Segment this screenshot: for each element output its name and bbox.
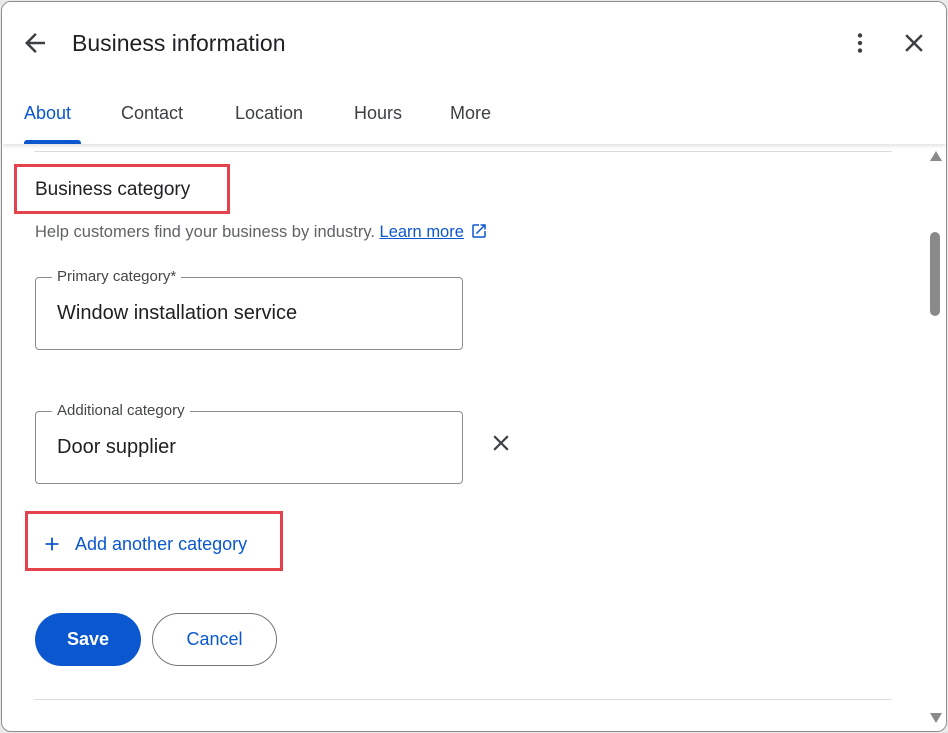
additional-category-value: Door supplier (57, 436, 176, 458)
cancel-button[interactable]: Cancel (152, 613, 277, 666)
tab-hours[interactable]: Hours (354, 90, 402, 144)
scrollbar-thumb[interactable] (930, 232, 940, 316)
remove-category-icon[interactable] (488, 430, 514, 456)
more-vertical-icon[interactable] (847, 28, 873, 58)
helper-text: Help customers find your business by ind… (35, 221, 488, 243)
helper-text-body: Help customers find your business by ind… (35, 223, 375, 241)
top-divider (34, 151, 892, 152)
tab-location[interactable]: Location (235, 90, 303, 144)
arrow-left-icon[interactable] (20, 28, 50, 58)
dialog-header: Business information About Contact Locat… (2, 2, 946, 144)
tab-bar: About Contact Location Hours More (2, 90, 946, 144)
open-in-new-icon[interactable] (470, 222, 488, 240)
close-icon[interactable] (899, 28, 929, 58)
tab-about[interactable]: About (24, 90, 71, 144)
scrollbar[interactable] (924, 144, 946, 731)
business-info-dialog: Business information About Contact Locat… (1, 1, 947, 732)
add-another-category-label: Add another category (75, 534, 248, 554)
active-tab-indicator (24, 140, 81, 144)
scroll-up-arrow-icon[interactable] (929, 150, 943, 162)
primary-category-value: Window installation service (57, 302, 298, 324)
section-title: Business category (35, 179, 191, 200)
save-button[interactable]: Save (35, 613, 141, 666)
learn-more-link[interactable]: Learn more (380, 223, 464, 241)
scroll-down-arrow-icon[interactable] (929, 712, 943, 724)
additional-category-label: Additional category (52, 402, 190, 420)
add-another-category-button[interactable]: Add another category (41, 530, 247, 558)
tab-more[interactable]: More (450, 90, 491, 144)
primary-category-label: Primary category* (52, 268, 182, 286)
tab-contact[interactable]: Contact (121, 90, 183, 144)
dialog-title: Business information (72, 30, 286, 56)
bottom-divider (34, 699, 892, 700)
primary-category-field[interactable]: Primary category* Window installation se… (35, 268, 463, 350)
additional-category-field[interactable]: Additional category Door supplier (35, 402, 463, 484)
plus-icon (45, 537, 59, 551)
dialog-content: Business category Help customers find yo… (2, 144, 922, 731)
